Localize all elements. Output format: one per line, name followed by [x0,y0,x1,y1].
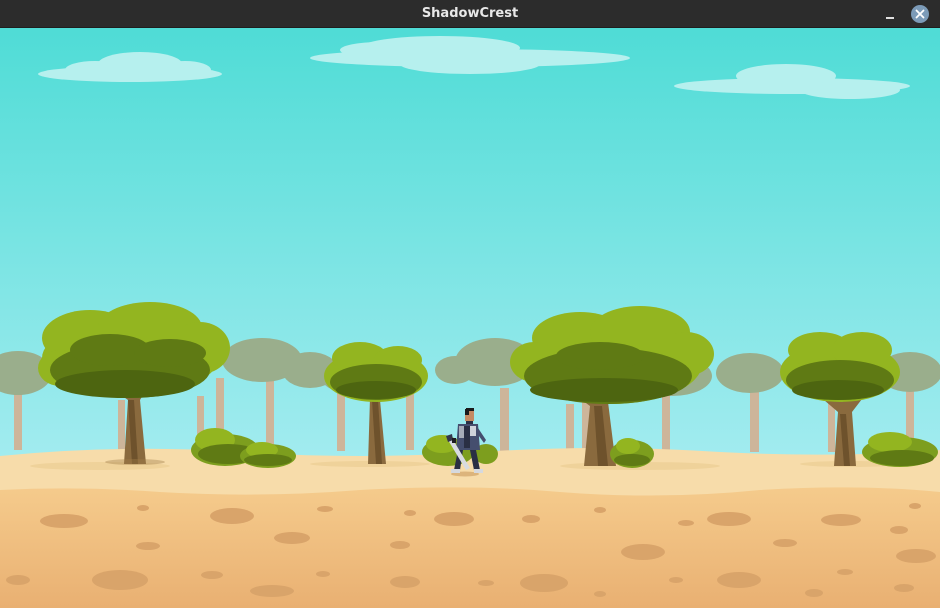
sky [0,28,940,468]
game-scene[interactable] [0,28,940,608]
window-title: ShadowCrest [421,6,519,21]
close-button[interactable] [911,5,929,23]
minimize-button[interactable] [880,4,900,24]
game-window: ShadowCrest [0,0,940,608]
title-bar: ShadowCrest [0,0,940,28]
close-icon [915,9,925,19]
